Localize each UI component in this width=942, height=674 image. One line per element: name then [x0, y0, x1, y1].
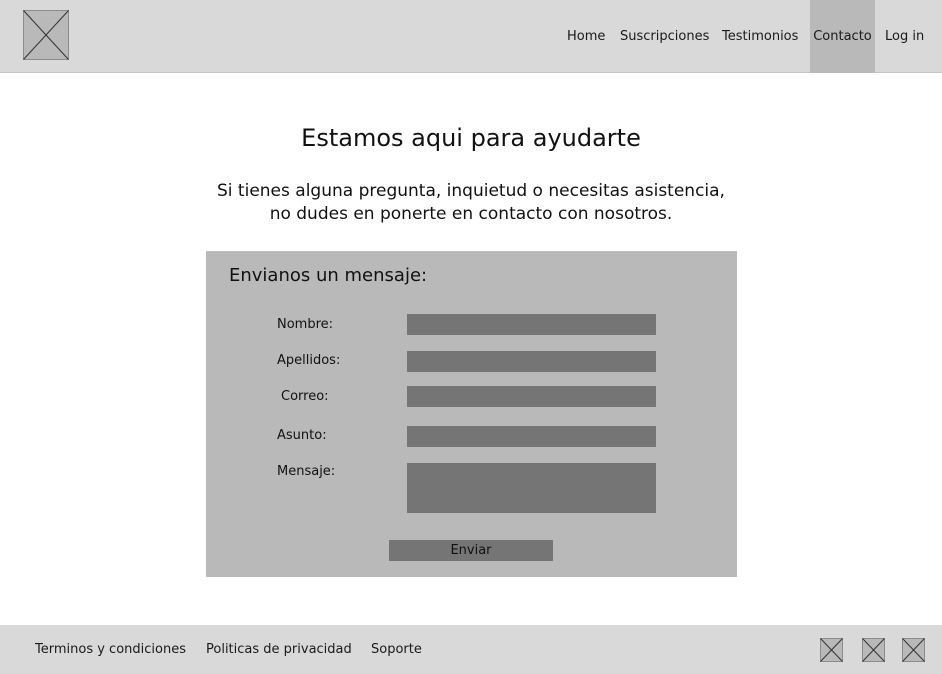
nav-testimonios[interactable]: Testimonios [722, 0, 798, 73]
nav-home[interactable]: Home [567, 0, 605, 73]
social-placeholder-icon[interactable] [862, 638, 885, 662]
correo-label: Correo: [281, 389, 329, 404]
footer-link-soporte[interactable]: Soporte [371, 625, 422, 674]
nav-log-in[interactable]: Log in [885, 0, 924, 73]
header: Home Suscripciones Testimonios Contacto … [0, 0, 942, 73]
asunto-field[interactable] [407, 426, 656, 447]
social-placeholder-icon[interactable] [902, 638, 925, 662]
send-button[interactable]: Enviar [389, 540, 553, 561]
nombre-field[interactable] [407, 314, 656, 335]
intro-line-2: no dudes en ponerte en contacto con noso… [269, 204, 673, 224]
contact-form: Envianos un mensaje: Nombre: Apellidos: … [206, 251, 737, 577]
nav-suscripciones[interactable]: Suscripciones [620, 0, 709, 73]
logo-placeholder-icon[interactable] [23, 10, 69, 60]
intro-text: Si tienes alguna pregunta, inquietud o n… [0, 180, 942, 226]
apellidos-label: Apellidos: [277, 353, 341, 368]
footer-link-privacidad[interactable]: Politicas de privacidad [206, 625, 352, 674]
correo-field[interactable] [407, 386, 656, 407]
page-title: Estamos aqui para ayudarte [301, 124, 641, 152]
intro-line-1: Si tienes alguna pregunta, inquietud o n… [217, 181, 725, 201]
footer-link-terminos[interactable]: Terminos y condiciones [35, 625, 186, 674]
nombre-label: Nombre: [277, 317, 334, 332]
nav-contacto[interactable]: Contacto [810, 0, 875, 73]
form-title: Envianos un mensaje: [229, 265, 428, 286]
asunto-label: Asunto: [277, 428, 327, 443]
footer: Terminos y condiciones Politicas de priv… [0, 625, 942, 674]
mensaje-field[interactable] [407, 463, 656, 513]
social-placeholder-icon[interactable] [820, 638, 843, 662]
mensaje-label: Mensaje: [277, 464, 336, 479]
apellidos-field[interactable] [407, 351, 656, 372]
